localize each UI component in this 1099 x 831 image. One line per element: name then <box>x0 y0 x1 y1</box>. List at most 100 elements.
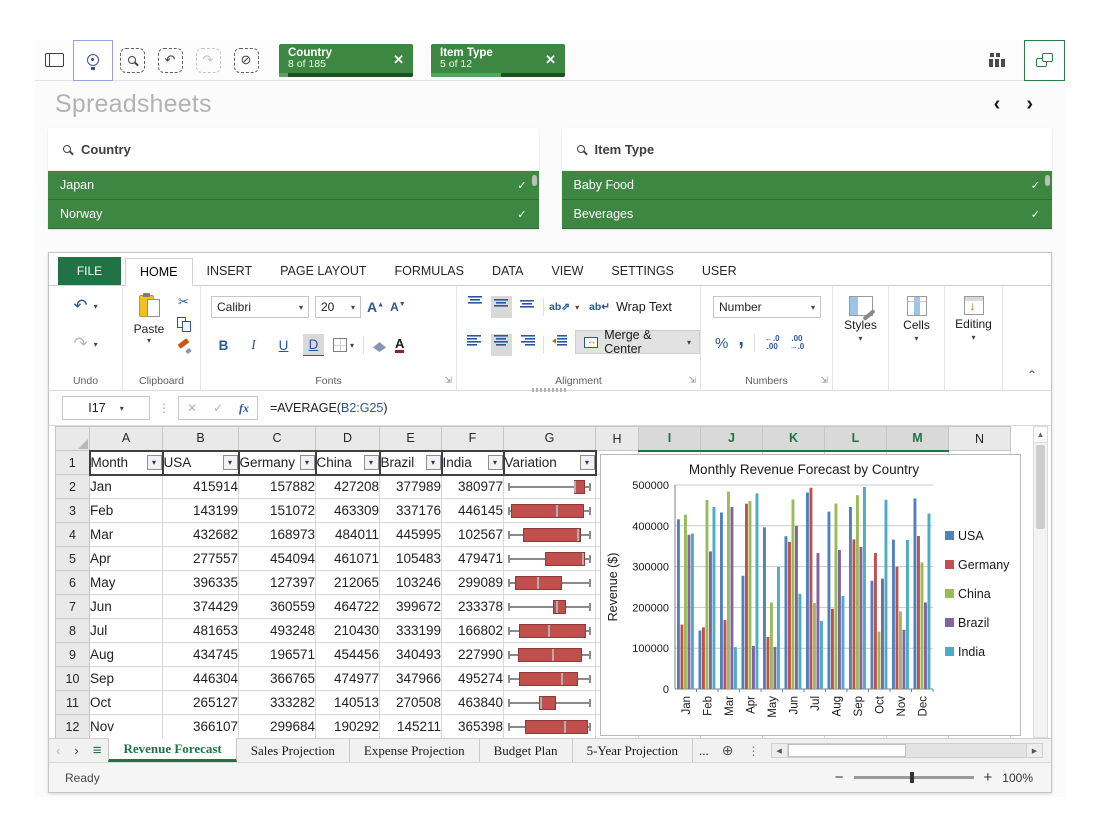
wrap-text-button[interactable]: ab↵ Wrap Text <box>581 295 680 319</box>
filter-scroll-thumb[interactable] <box>532 175 537 186</box>
row-header-6[interactable]: 6 <box>56 571 90 595</box>
value-cell[interactable]: 366107 <box>163 715 239 739</box>
month-cell[interactable]: Feb <box>90 499 163 523</box>
value-cell[interactable]: 415914 <box>163 475 239 499</box>
column-header-G[interactable]: G <box>504 427 596 451</box>
confirm-entry-icon[interactable]: ✓ <box>213 401 223 415</box>
formula-input[interactable]: =AVERAGE(B2:G25) <box>270 401 388 415</box>
cut-icon[interactable]: ✂ <box>178 294 189 310</box>
ribbon-tab-page-layout[interactable]: PAGE LAYOUT <box>266 257 380 285</box>
cells-button[interactable]: Cells ▾ <box>889 296 944 343</box>
filter-dropdown-icon[interactable]: ▾ <box>426 455 441 470</box>
align-center-icon[interactable] <box>491 334 512 356</box>
month-cell[interactable]: Sep <box>90 667 163 691</box>
sheet-tab-expense-projection[interactable]: Expense Projection <box>350 739 480 762</box>
styles-button[interactable]: Styles ▾ <box>833 296 888 343</box>
value-cell[interactable]: 210430 <box>316 619 380 643</box>
header-cell-china[interactable]: China▾ <box>316 451 380 475</box>
value-cell[interactable]: 233378 <box>442 595 504 619</box>
variation-sparkline-cell[interactable] <box>504 571 596 595</box>
scroll-up-icon[interactable]: ▲ <box>1034 427 1047 443</box>
horizontal-scrollbar[interactable]: ◀▶ <box>771 743 1043 758</box>
filter-panel-header[interactable]: Item Type <box>562 128 1053 171</box>
sheet-list-menu-icon[interactable]: ≡ <box>86 739 109 762</box>
value-cell[interactable]: 277557 <box>163 547 239 571</box>
column-header-H[interactable]: H <box>596 427 639 451</box>
value-cell[interactable]: 145211 <box>380 715 442 739</box>
value-cell[interactable]: 143199 <box>163 499 239 523</box>
borders-button[interactable]: ▾ <box>333 338 354 352</box>
value-cell[interactable]: 396335 <box>163 571 239 595</box>
month-cell[interactable]: Mar <box>90 523 163 547</box>
month-cell[interactable]: Oct <box>90 691 163 715</box>
value-cell[interactable]: 366765 <box>239 667 316 691</box>
selection-chip[interactable]: Country8 of 185✕ <box>279 44 413 77</box>
value-cell[interactable]: 103246 <box>380 571 442 595</box>
row-header-3[interactable]: 3 <box>56 499 90 523</box>
row-header-12[interactable]: 12 <box>56 715 90 739</box>
variation-sparkline-cell[interactable] <box>504 619 596 643</box>
paste-button[interactable]: Paste ▾ <box>129 294 169 345</box>
paste-dropdown-icon[interactable]: ▾ <box>129 336 169 345</box>
value-cell[interactable]: 360559 <box>239 595 316 619</box>
filter-dropdown-icon[interactable]: ▾ <box>580 455 595 470</box>
sheet-tab-sales-projection[interactable]: Sales Projection <box>237 739 350 762</box>
chip-close-icon[interactable]: ✕ <box>545 52 556 68</box>
name-box[interactable]: I17 ▾ <box>62 396 150 420</box>
value-cell[interactable]: 299684 <box>239 715 316 739</box>
filter-dropdown-icon[interactable]: ▾ <box>223 455 238 470</box>
header-cell-usa[interactable]: USA▾ <box>163 451 239 475</box>
column-header-C[interactable]: C <box>239 427 316 451</box>
scroll-right-icon[interactable]: ▶ <box>1026 744 1042 757</box>
smart-search-button[interactable] <box>113 40 151 81</box>
zoom-slider-thumb[interactable] <box>910 772 914 783</box>
header-cell-month[interactable]: Month▾ <box>90 451 163 475</box>
header-cell-variation[interactable]: Variation▾ <box>504 451 596 475</box>
header-cell-brazil[interactable]: Brazil▾ <box>380 451 442 475</box>
value-cell[interactable]: 445995 <box>380 523 442 547</box>
align-left-icon[interactable] <box>465 334 486 356</box>
value-cell[interactable]: 102567 <box>442 523 504 547</box>
value-cell[interactable]: 166802 <box>442 619 504 643</box>
variation-sparkline-cell[interactable] <box>504 691 596 715</box>
next-sheet-chevron-icon[interactable]: › <box>1026 94 1033 114</box>
column-header-K[interactable]: K <box>763 427 825 451</box>
value-cell[interactable]: 105483 <box>380 547 442 571</box>
next-sheets-icon[interactable]: › <box>67 739 85 762</box>
number-format-select[interactable]: Number ▾ <box>713 296 821 318</box>
month-cell[interactable]: Nov <box>90 715 163 739</box>
fill-color-icon[interactable] <box>373 342 386 352</box>
header-cell-india[interactable]: India▾ <box>442 451 504 475</box>
value-cell[interactable]: 446304 <box>163 667 239 691</box>
value-cell[interactable]: 365398 <box>442 715 504 739</box>
comma-style-icon[interactable]: , <box>738 334 744 344</box>
value-cell[interactable]: 337176 <box>380 499 442 523</box>
value-cell[interactable]: 333282 <box>239 691 316 715</box>
increase-decimal-icon[interactable]: .00 →.0 <box>790 335 805 351</box>
variation-sparkline-cell[interactable] <box>504 715 596 739</box>
filter-item[interactable]: Norway✓ <box>48 200 539 229</box>
value-cell[interactable]: 270508 <box>380 691 442 715</box>
decrease-decimal-icon[interactable]: ←.0 .00 <box>765 335 780 351</box>
value-cell[interactable]: 140513 <box>316 691 380 715</box>
fonts-dialog-launcher-icon[interactable]: ⇲ <box>444 375 452 386</box>
ribbon-tab-user[interactable]: USER <box>688 257 751 285</box>
ribbon-tab-settings[interactable]: SETTINGS <box>597 257 688 285</box>
sheet-tab-budget-plan[interactable]: Budget Plan <box>480 739 573 762</box>
grow-font-icon[interactable]: A▲ <box>367 299 384 315</box>
month-cell[interactable]: Apr <box>90 547 163 571</box>
value-cell[interactable]: 374429 <box>163 595 239 619</box>
insight-advisor-icon[interactable] <box>73 40 113 81</box>
value-cell[interactable]: 461071 <box>316 547 380 571</box>
filter-scroll-thumb[interactable] <box>1045 175 1050 186</box>
clear-selections-button[interactable]: ⊘ <box>227 40 265 81</box>
filter-dropdown-icon[interactable]: ▾ <box>364 455 379 470</box>
filter-dropdown-icon[interactable]: ▾ <box>488 455 503 470</box>
value-cell[interactable]: 212065 <box>316 571 380 595</box>
row-header-5[interactable]: 5 <box>56 547 90 571</box>
value-cell[interactable]: 432682 <box>163 523 239 547</box>
value-cell[interactable]: 434745 <box>163 643 239 667</box>
numbers-dialog-launcher-icon[interactable]: ⇲ <box>820 375 828 386</box>
value-cell[interactable]: 474977 <box>316 667 380 691</box>
value-cell[interactable]: 463840 <box>442 691 504 715</box>
